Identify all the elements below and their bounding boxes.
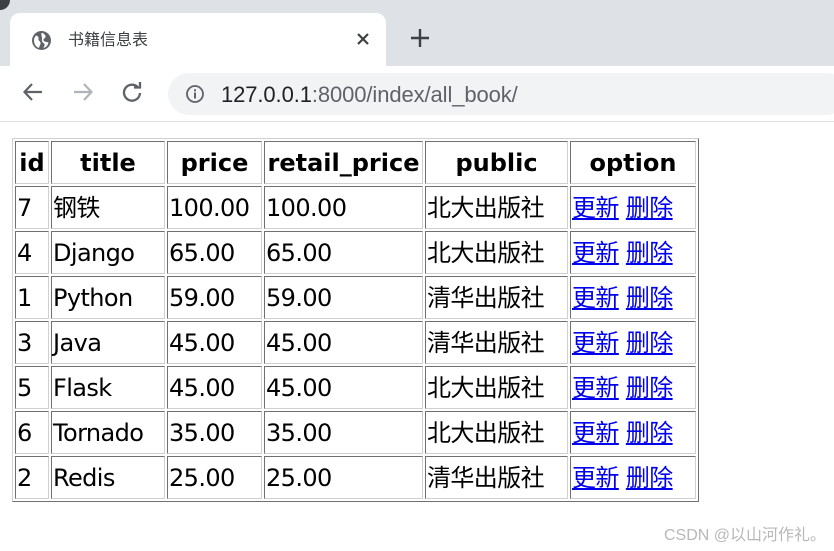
table-row: 3 Java 45.00 45.00 清华出版社 更新 删除 (15, 321, 696, 364)
cell-id: 4 (15, 231, 49, 274)
cell-public: 清华出版社 (425, 321, 568, 364)
back-arrow-icon (22, 81, 44, 107)
update-link[interactable]: 更新 (572, 284, 619, 312)
cell-title: Tornado (51, 411, 165, 454)
tab-title: 书籍信息表 (68, 30, 149, 49)
cell-retail-price: 100.00 (264, 186, 423, 229)
cell-id: 2 (15, 456, 49, 499)
cell-option: 更新 删除 (570, 276, 696, 319)
tab-strip: 书籍信息表 (0, 0, 834, 66)
delete-link[interactable]: 删除 (626, 329, 673, 357)
delete-link[interactable]: 删除 (626, 194, 673, 222)
cell-price: 65.00 (167, 231, 262, 274)
url-text[interactable]: 127.0.0.1:8000/index/all_book/ (221, 82, 518, 108)
table-row: 1 Python 59.00 59.00 清华出版社 更新 删除 (15, 276, 696, 319)
window-corner (0, 0, 10, 10)
delete-link[interactable]: 删除 (626, 374, 673, 402)
table-row: 5 Flask 45.00 45.00 北大出版社 更新 删除 (15, 366, 696, 409)
cell-price: 45.00 (167, 321, 262, 364)
cell-title: Redis (51, 456, 165, 499)
books-table: id title price retail_price public optio… (12, 138, 699, 502)
cell-public: 北大出版社 (425, 186, 568, 229)
update-link[interactable]: 更新 (572, 464, 619, 492)
cell-id: 3 (15, 321, 49, 364)
plus-icon (410, 28, 430, 52)
browser-toolbar: 127.0.0.1:8000/index/all_book/ (0, 66, 834, 122)
cell-public: 北大出版社 (425, 366, 568, 409)
cell-title: Java (51, 321, 165, 364)
cell-retail-price: 45.00 (264, 321, 423, 364)
cell-public: 清华出版社 (425, 276, 568, 319)
header-price: price (167, 141, 262, 184)
delete-link[interactable]: 删除 (626, 284, 673, 312)
cell-id: 1 (15, 276, 49, 319)
cell-price: 45.00 (167, 366, 262, 409)
table-row: 7 钢铁 100.00 100.00 北大出版社 更新 删除 (15, 186, 696, 229)
info-icon[interactable] (185, 84, 205, 104)
cell-option: 更新 删除 (570, 231, 696, 274)
table-row: 6 Tornado 35.00 35.00 北大出版社 更新 删除 (15, 411, 696, 454)
cell-option: 更新 删除 (570, 411, 696, 454)
new-tab-button[interactable] (406, 26, 434, 54)
cell-option: 更新 删除 (570, 456, 696, 499)
update-link[interactable]: 更新 (572, 419, 619, 447)
back-button[interactable] (19, 80, 47, 108)
header-title: title (51, 141, 165, 184)
watermark: CSDN @以山河作礼。 (663, 527, 826, 544)
cell-retail-price: 45.00 (264, 366, 423, 409)
update-link[interactable]: 更新 (572, 239, 619, 267)
reload-icon (121, 81, 143, 107)
cell-public: 清华出版社 (425, 456, 568, 499)
header-retail-price: retail_price (264, 141, 423, 184)
cell-id: 5 (15, 366, 49, 409)
cell-title: Django (51, 231, 165, 274)
update-link[interactable]: 更新 (572, 374, 619, 402)
table-row: 4 Django 65.00 65.00 北大出版社 更新 删除 (15, 231, 696, 274)
address-bar[interactable]: 127.0.0.1:8000/index/all_book/ (168, 73, 834, 115)
close-icon[interactable] (351, 27, 375, 51)
forward-button[interactable] (69, 80, 97, 108)
header-public: public (425, 141, 568, 184)
cell-public: 北大出版社 (425, 231, 568, 274)
cell-option: 更新 删除 (570, 366, 696, 409)
cell-option: 更新 删除 (570, 321, 696, 364)
delete-link[interactable]: 删除 (626, 419, 673, 447)
forward-arrow-icon (72, 81, 94, 107)
cell-price: 25.00 (167, 456, 262, 499)
reload-button[interactable] (118, 80, 146, 108)
header-id: id (15, 141, 49, 184)
cell-title: 钢铁 (51, 186, 165, 229)
url-path: :8000/index/all_book/ (311, 82, 518, 107)
update-link[interactable]: 更新 (572, 194, 619, 222)
url-host: 127.0.0.1 (221, 82, 312, 107)
header-option: option (570, 141, 696, 184)
cell-id: 7 (15, 186, 49, 229)
update-link[interactable]: 更新 (572, 329, 619, 357)
cell-retail-price: 65.00 (264, 231, 423, 274)
cell-option: 更新 删除 (570, 186, 696, 229)
cell-public: 北大出版社 (425, 411, 568, 454)
cell-price: 59.00 (167, 276, 262, 319)
cell-price: 35.00 (167, 411, 262, 454)
cell-title: Python (51, 276, 165, 319)
cell-title: Flask (51, 366, 165, 409)
cell-id: 6 (15, 411, 49, 454)
cell-retail-price: 25.00 (264, 456, 423, 499)
cell-retail-price: 59.00 (264, 276, 423, 319)
cell-price: 100.00 (167, 186, 262, 229)
delete-link[interactable]: 删除 (626, 239, 673, 267)
table-header-row: id title price retail_price public optio… (15, 141, 696, 184)
table-row: 2 Redis 25.00 25.00 清华出版社 更新 删除 (15, 456, 696, 499)
browser-tab[interactable]: 书籍信息表 (10, 13, 386, 66)
delete-link[interactable]: 删除 (626, 464, 673, 492)
cell-retail-price: 35.00 (264, 411, 423, 454)
globe-icon (31, 30, 52, 51)
